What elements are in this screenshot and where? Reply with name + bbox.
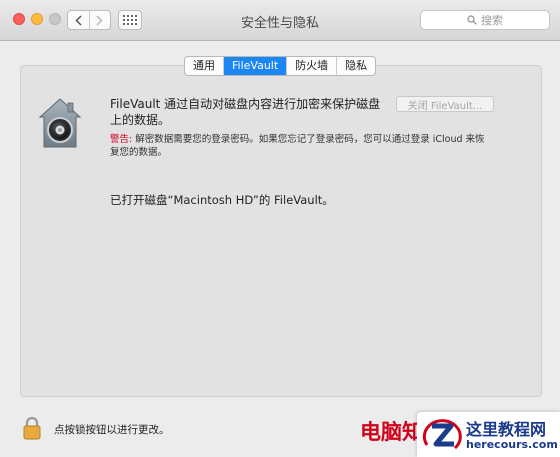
watermark-site-name: 这里教程网 xyxy=(466,420,547,439)
close-window-button[interactable] xyxy=(13,13,25,25)
warning-message: 警告: 解密数据需要您的登录密码。如果您忘记了登录密码，您可以通过登录 iClo… xyxy=(110,133,488,159)
lock-icon[interactable] xyxy=(22,416,42,440)
chevron-right-icon xyxy=(96,14,103,26)
warning-text: 解密数据需要您的登录密码。如果您忘记了登录密码，您可以通过登录 iCloud 来… xyxy=(110,134,485,158)
lock-hint-text: 点按锁按钮以进行更改。 xyxy=(54,424,170,436)
watermark-text: 电脑知 xyxy=(360,420,423,444)
search-placeholder: 搜索 xyxy=(481,14,503,27)
tab-general[interactable]: 通用 xyxy=(185,57,223,75)
search-icon xyxy=(467,15,477,25)
zoom-window-button[interactable] xyxy=(49,13,61,25)
tab-filevault[interactable]: FileVault xyxy=(223,57,287,75)
watermark-url: herecours.com xyxy=(466,438,558,451)
tab-firewall[interactable]: 防火墙 xyxy=(286,57,336,75)
minimize-window-button[interactable] xyxy=(31,13,43,25)
chevron-left-icon xyxy=(75,14,82,26)
nav-button-group xyxy=(67,10,111,30)
warning-label: 警告: xyxy=(110,134,133,145)
search-field[interactable]: 搜索 xyxy=(420,10,550,30)
forward-button[interactable] xyxy=(88,11,111,29)
z-logo-icon xyxy=(422,419,462,450)
filevault-description: FileVault 通过自动对磁盘内容进行加密来保护磁盘上的数据。 xyxy=(110,97,381,127)
tab-bar: 通用 FileVault 防火墙 隐私 xyxy=(184,56,377,76)
watermark-badge: 这里教程网 herecours.com xyxy=(417,412,560,457)
back-button[interactable] xyxy=(68,11,89,29)
grid-icon xyxy=(123,15,125,17)
filevault-house-icon xyxy=(38,98,82,148)
show-all-button[interactable] xyxy=(118,10,142,30)
tab-privacy[interactable]: 隐私 xyxy=(336,57,375,75)
title-bar: 安全性与隐私 搜索 xyxy=(0,0,560,41)
filevault-status: 已打开磁盘“Macintosh HD”的 FileVault。 xyxy=(110,193,334,207)
turn-off-filevault-button[interactable]: 关闭 FileVault... xyxy=(396,96,494,112)
